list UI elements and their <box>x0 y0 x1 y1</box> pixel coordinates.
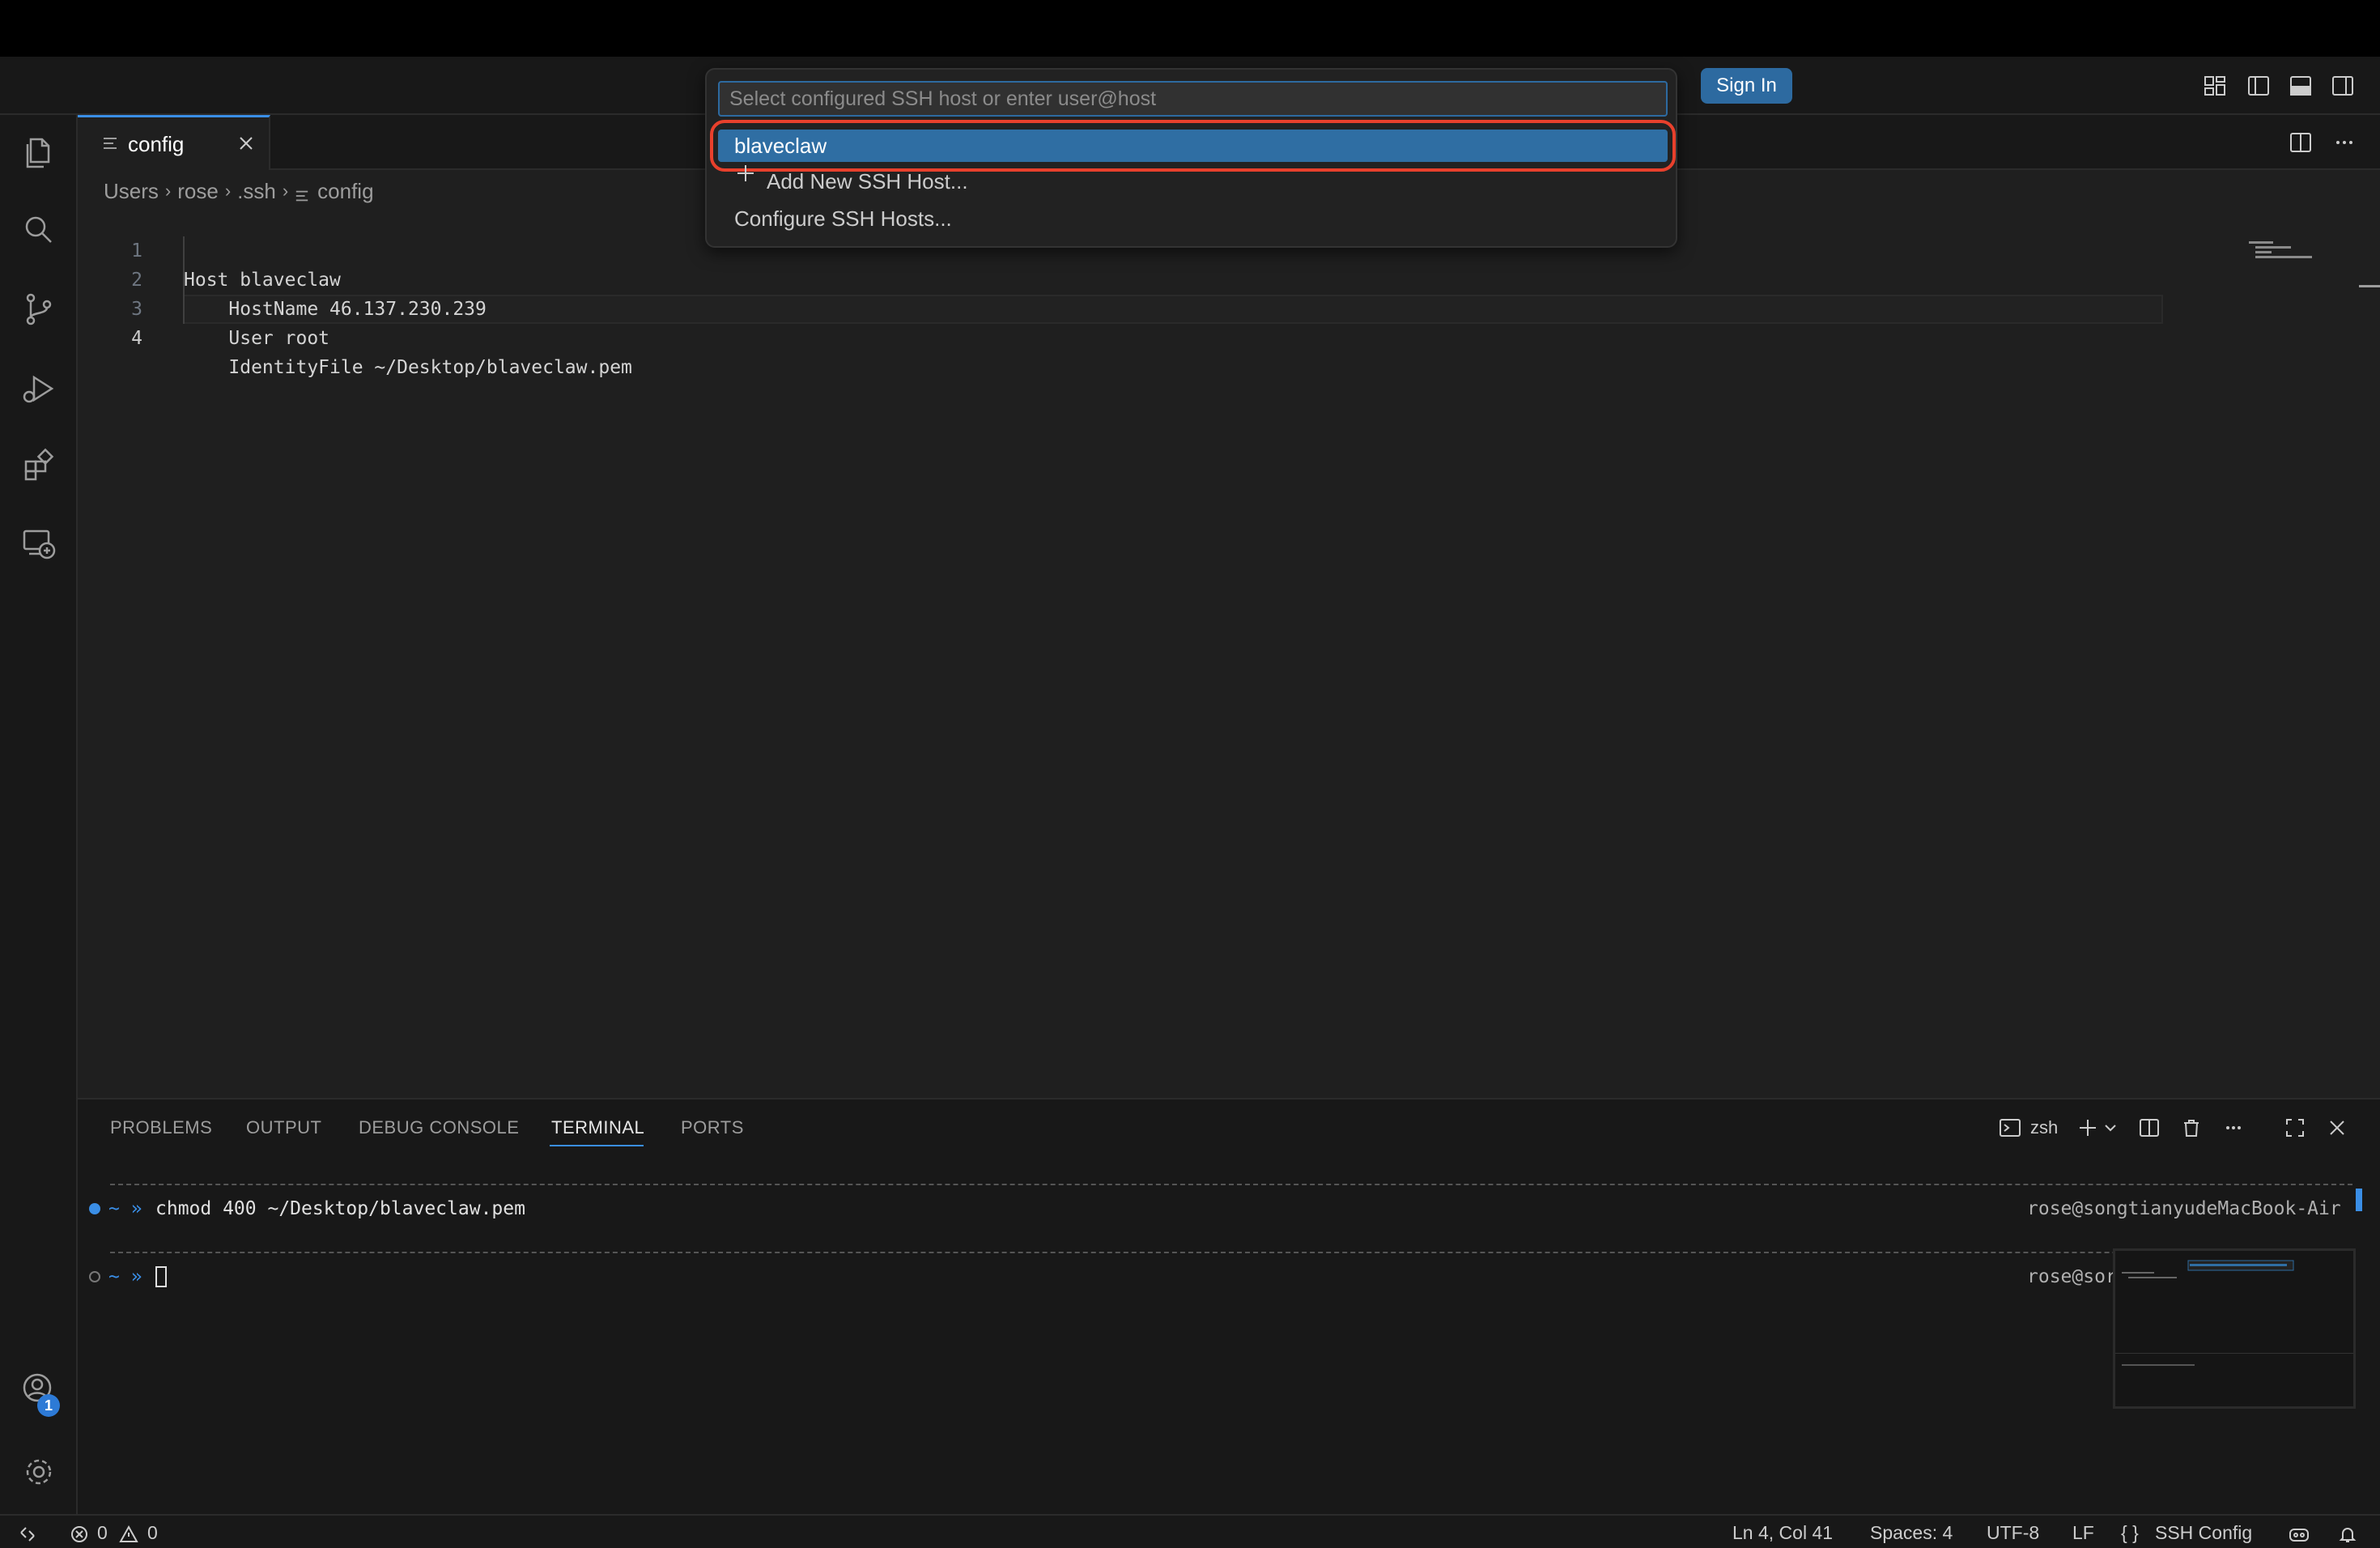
tab-debug-console[interactable]: DEBUG CONSOLE <box>359 1117 519 1138</box>
toggle-panel-icon[interactable] <box>2288 73 2314 99</box>
terminal-command: chmod 400 ~/Desktop/blaveclaw.pem <box>155 1198 525 1219</box>
line-number: 3 <box>131 299 142 320</box>
search-icon[interactable] <box>18 209 60 251</box>
line-text: Host blaveclaw <box>184 270 341 291</box>
line-text: HostName 46.137.230.239 <box>184 299 487 320</box>
more-actions-icon[interactable] <box>2221 1116 2246 1140</box>
window-top-strip <box>0 0 2380 57</box>
tab-problems[interactable]: PROBLEMS <box>110 1117 212 1138</box>
plus-icon <box>734 162 757 185</box>
tab-ports[interactable]: PORTS <box>681 1117 744 1138</box>
terminal-host-right: rose@sor <box>2027 1266 2117 1287</box>
scrollbar-marker <box>2359 285 2380 287</box>
remote-indicator-icon[interactable] <box>18 1522 37 1544</box>
terminal-prompt: ~ » <box>108 1198 142 1219</box>
explorer-icon[interactable] <box>18 131 60 173</box>
window-thumbnail-preview <box>2113 1248 2356 1409</box>
errors-count[interactable]: 0 <box>97 1522 108 1544</box>
more-actions-icon[interactable] <box>2331 130 2357 155</box>
customize-layout-icon[interactable] <box>2202 73 2228 99</box>
copilot-icon[interactable] <box>2288 1522 2310 1544</box>
terminal-host-right: rose@songtianyudeMacBook-Air <box>2027 1198 2341 1219</box>
prompt-separator <box>110 1252 2352 1253</box>
file-encoding[interactable]: UTF-8 <box>1987 1522 2039 1544</box>
notifications-bell-icon[interactable] <box>2338 1522 2357 1544</box>
quick-pick-item-label: Add New SSH Host... <box>767 169 968 194</box>
editor-area[interactable]: Users › rose › .ssh › config 1 Host blav… <box>78 170 2380 1098</box>
warnings-count[interactable]: 0 <box>147 1522 158 1544</box>
ssh-host-quick-pick: blaveclaw Add New SSH Host... Configure … <box>705 68 1677 248</box>
tab-output[interactable]: OUTPUT <box>246 1117 321 1138</box>
new-terminal-plus-icon[interactable] <box>2076 1116 2100 1140</box>
breadcrumb-item[interactable]: rose <box>177 179 219 204</box>
maximize-panel-icon[interactable] <box>2283 1116 2307 1140</box>
annotation-highlight-outline <box>710 120 1676 172</box>
minimap[interactable] <box>2166 206 2328 287</box>
quick-pick-item-configure-ssh-hosts[interactable]: Configure SSH Hosts... <box>734 204 952 233</box>
toggle-secondary-sidebar-icon[interactable] <box>2330 73 2356 99</box>
source-control-icon[interactable] <box>18 288 60 330</box>
tab-terminal[interactable]: TERMINAL <box>551 1117 644 1138</box>
kill-terminal-trash-icon[interactable] <box>2179 1116 2204 1140</box>
chevron-down-icon[interactable] <box>2098 1116 2116 1140</box>
breadcrumb: Users › rose › .ssh › config <box>104 176 374 206</box>
code-line[interactable]: 3 User root <box>78 266 329 349</box>
terminal-cursor <box>155 1266 167 1287</box>
split-terminal-icon[interactable] <box>2137 1116 2161 1140</box>
breadcrumb-item[interactable]: Users <box>104 179 159 204</box>
tab-config[interactable]: config <box>78 115 270 170</box>
ssh-host-input[interactable] <box>718 81 1668 117</box>
close-panel-icon[interactable] <box>2325 1116 2349 1140</box>
sign-in-button[interactable]: Sign In <box>1701 68 1792 104</box>
split-editor-icon[interactable] <box>2288 130 2314 155</box>
errors-icon[interactable] <box>70 1522 89 1544</box>
close-tab-icon[interactable] <box>236 134 256 153</box>
extensions-icon[interactable] <box>18 445 60 487</box>
run-and-debug-icon[interactable] <box>18 368 60 410</box>
file-lines-icon <box>295 184 309 202</box>
line-number: 4 <box>131 328 142 349</box>
toggle-primary-sidebar-icon[interactable] <box>2246 73 2272 99</box>
line-text: IdentityFile ~/Desktop/blaveclaw.pem <box>184 357 632 378</box>
warnings-icon[interactable] <box>118 1522 139 1544</box>
line-text: User root <box>184 328 330 349</box>
terminal-prompt: ~ » <box>108 1266 142 1287</box>
command-success-dot[interactable] <box>89 1203 100 1214</box>
status-bar: 0 0 Ln 4, Col 41 Spaces: 4 UTF-8 LF { } … <box>0 1514 2380 1548</box>
terminal-icon <box>1998 1116 2022 1140</box>
chevron-right-icon: › <box>224 181 232 201</box>
terminal-shell-name[interactable]: zsh <box>2030 1117 2058 1138</box>
remote-explorer-icon[interactable] <box>18 523 60 565</box>
bottom-panel: PROBLEMS OUTPUT DEBUG CONSOLE TERMINAL P… <box>78 1098 2380 1514</box>
line-number: 2 <box>131 270 142 291</box>
command-empty-dot <box>89 1271 100 1282</box>
code-line[interactable]: 1 Host blaveclaw <box>78 207 341 291</box>
file-lines-icon <box>102 135 118 151</box>
breadcrumb-item[interactable]: .ssh <box>237 179 276 204</box>
breadcrumb-item[interactable]: config <box>317 179 373 204</box>
language-mode-braces-icon[interactable]: { } <box>2121 1522 2139 1544</box>
code-line[interactable]: 2 HostName 46.137.230.239 <box>78 236 487 320</box>
tab-label: config <box>128 132 185 156</box>
active-tab-underline <box>550 1145 644 1146</box>
prompt-separator <box>110 1184 2352 1185</box>
end-of-line[interactable]: LF <box>2072 1522 2094 1544</box>
indentation-setting[interactable]: Spaces: 4 <box>1870 1522 1953 1544</box>
accounts-badge: 1 <box>37 1394 60 1417</box>
chevron-right-icon: › <box>164 181 172 201</box>
chevron-right-icon: › <box>282 181 289 201</box>
language-mode[interactable]: SSH Config <box>2155 1522 2252 1544</box>
line-number: 1 <box>131 240 142 262</box>
manage-gear-icon[interactable] <box>18 1451 60 1493</box>
activity-bar: 1 <box>0 115 78 1514</box>
cursor-position[interactable]: Ln 4, Col 41 <box>1732 1522 1833 1544</box>
code-line[interactable]: 4 IdentityFile ~/Desktop/blaveclaw.pem <box>78 295 632 378</box>
terminal-scrollbar[interactable] <box>2356 1189 2362 1211</box>
